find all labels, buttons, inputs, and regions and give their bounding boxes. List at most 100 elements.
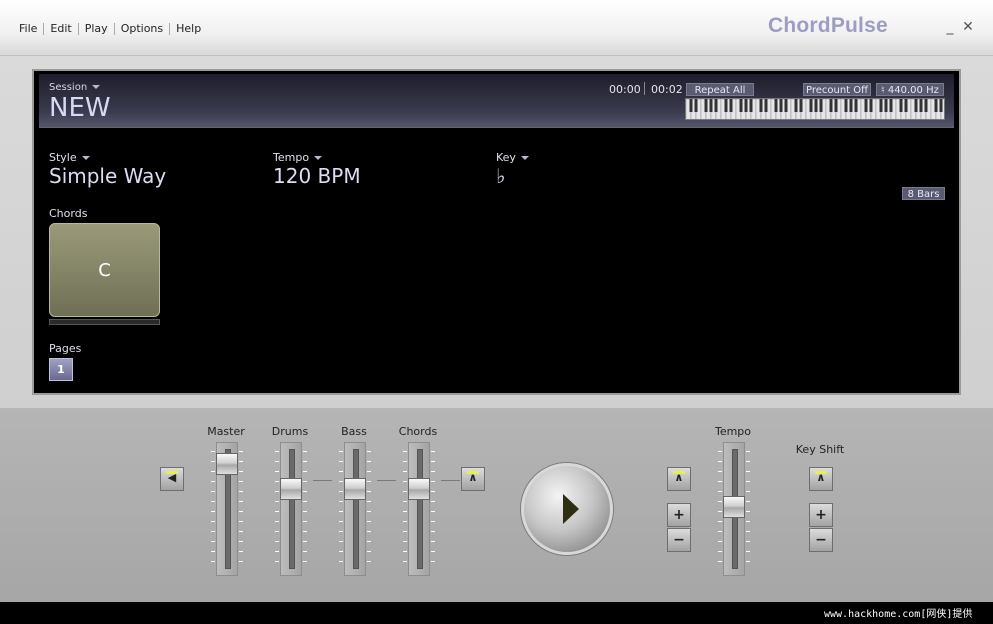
app-window: File Edit Play Options Help ChordPulse _… <box>0 0 993 602</box>
piano-black-key[interactable] <box>794 99 798 112</box>
session-label: Session <box>49 82 88 93</box>
chevron-down-icon <box>314 156 323 160</box>
piano-black-key[interactable] <box>764 99 768 112</box>
tempo-plus-button[interactable]: + <box>667 503 691 527</box>
drums-slider-handle[interactable] <box>280 478 302 500</box>
piano-black-key[interactable] <box>784 99 788 112</box>
tempo-minus-button[interactable]: − <box>667 528 691 552</box>
piano-black-key[interactable] <box>774 99 778 112</box>
piano-black-key[interactable] <box>689 99 693 112</box>
tempo-value[interactable]: 120 BPM <box>273 164 361 188</box>
piano-black-key[interactable] <box>779 99 783 112</box>
piano-black-key[interactable] <box>749 99 753 112</box>
session-name: NEW <box>49 93 111 123</box>
tuning-button[interactable]: ♮ 440.00 Hz <box>876 83 944 96</box>
piano-black-key[interactable] <box>869 99 873 112</box>
piano-black-key[interactable] <box>844 99 848 112</box>
chord-pad[interactable]: C <box>49 223 160 317</box>
menu-play[interactable]: Play <box>79 22 114 35</box>
tempo-slider-handle[interactable] <box>723 496 745 518</box>
piano-black-key[interactable] <box>934 99 938 112</box>
precount-button[interactable]: Precount Off <box>803 83 871 96</box>
tempo-reset-button[interactable]: ⊼ <box>667 467 691 491</box>
menu-edit[interactable]: Edit <box>44 22 77 35</box>
piano-black-key[interactable] <box>904 99 908 112</box>
piano-black-key[interactable] <box>864 99 868 112</box>
piano-black-key[interactable] <box>799 99 803 112</box>
page-button[interactable]: 1 <box>49 358 73 381</box>
master-slider[interactable] <box>211 442 243 576</box>
time-elapsed: 00:00 <box>609 83 641 96</box>
piano-black-key[interactable] <box>694 99 698 112</box>
piano-black-key[interactable] <box>854 99 858 112</box>
piano-black-key[interactable] <box>744 99 748 112</box>
key-shift-led <box>815 471 827 474</box>
piano-black-key[interactable] <box>829 99 833 112</box>
key-shift-plus-button[interactable]: + <box>809 503 833 527</box>
bass-slider-groove <box>353 449 359 569</box>
piano-black-key[interactable] <box>939 99 943 112</box>
song-display: Session NEW 00:00 00:02 Repeat All Preco… <box>32 69 961 395</box>
repeat-button[interactable]: Repeat All <box>686 83 754 96</box>
tempo-slider[interactable] <box>718 442 750 576</box>
piano-black-key[interactable] <box>814 99 818 112</box>
piano-black-key[interactable] <box>924 99 928 112</box>
mute-button[interactable]: ◀ <box>160 467 184 491</box>
piano-black-key[interactable] <box>739 99 743 112</box>
bars-badge[interactable]: 8 Bars <box>902 187 945 200</box>
piano-black-key[interactable] <box>879 99 883 112</box>
piano-black-key[interactable] <box>914 99 918 112</box>
chevron-down-icon <box>92 85 101 89</box>
key-shift-reset-button[interactable]: ⊼ <box>809 467 833 491</box>
drums-slider-ticks <box>303 451 307 571</box>
bass-slider[interactable] <box>339 442 371 576</box>
chords-reset-led <box>467 471 479 474</box>
master-slider-handle[interactable] <box>216 453 238 475</box>
drums-label: Drums <box>271 425 309 438</box>
piano-keyboard[interactable] <box>685 98 945 120</box>
chord-duration-bar[interactable] <box>49 319 160 325</box>
menu-options[interactable]: Options <box>115 22 169 35</box>
minimize-button[interactable]: _ <box>943 20 957 34</box>
key-value[interactable]: ♭ <box>496 164 505 188</box>
chords-slider-ticks <box>403 451 407 571</box>
key-menu[interactable]: Key <box>496 151 529 164</box>
piano-black-key[interactable] <box>889 99 893 112</box>
piano-black-key[interactable] <box>809 99 813 112</box>
channel-link-line <box>377 480 396 481</box>
chords-slider[interactable] <box>403 442 435 576</box>
piano-black-key[interactable] <box>884 99 888 112</box>
mute-led <box>166 471 178 474</box>
channel-link-line <box>441 480 460 481</box>
play-button[interactable] <box>521 463 613 555</box>
session-menu[interactable]: Session <box>49 82 101 93</box>
close-button[interactable]: ✕ <box>961 20 975 34</box>
key-shift-minus-button[interactable]: − <box>809 528 833 552</box>
style-label: Style <box>49 151 77 164</box>
play-icon <box>563 494 579 524</box>
chords-slider-handle[interactable] <box>408 478 430 500</box>
piano-black-key[interactable] <box>704 99 708 112</box>
drums-slider-groove <box>289 449 295 569</box>
piano-black-key[interactable] <box>724 99 728 112</box>
style-menu[interactable]: Style <box>49 151 90 164</box>
menu-help[interactable]: Help <box>170 22 207 35</box>
drums-slider-ticks <box>275 451 279 571</box>
piano-black-key[interactable] <box>849 99 853 112</box>
chevron-down-icon <box>81 156 90 160</box>
piano-black-key[interactable] <box>899 99 903 112</box>
piano-black-key[interactable] <box>759 99 763 112</box>
session-header: Session NEW 00:00 00:02 Repeat All Preco… <box>39 74 954 128</box>
piano-black-key[interactable] <box>919 99 923 112</box>
piano-black-key[interactable] <box>709 99 713 112</box>
piano-black-key[interactable] <box>714 99 718 112</box>
piano-black-key[interactable] <box>819 99 823 112</box>
chords-reset-button[interactable]: ⊼ <box>461 467 485 491</box>
menu-file[interactable]: File <box>13 22 43 35</box>
piano-black-key[interactable] <box>729 99 733 112</box>
drums-slider[interactable] <box>275 442 307 576</box>
tempo-menu[interactable]: Tempo <box>273 151 323 164</box>
bass-slider-handle[interactable] <box>344 478 366 500</box>
style-value[interactable]: Simple Way <box>49 164 166 188</box>
piano-black-key[interactable] <box>834 99 838 112</box>
